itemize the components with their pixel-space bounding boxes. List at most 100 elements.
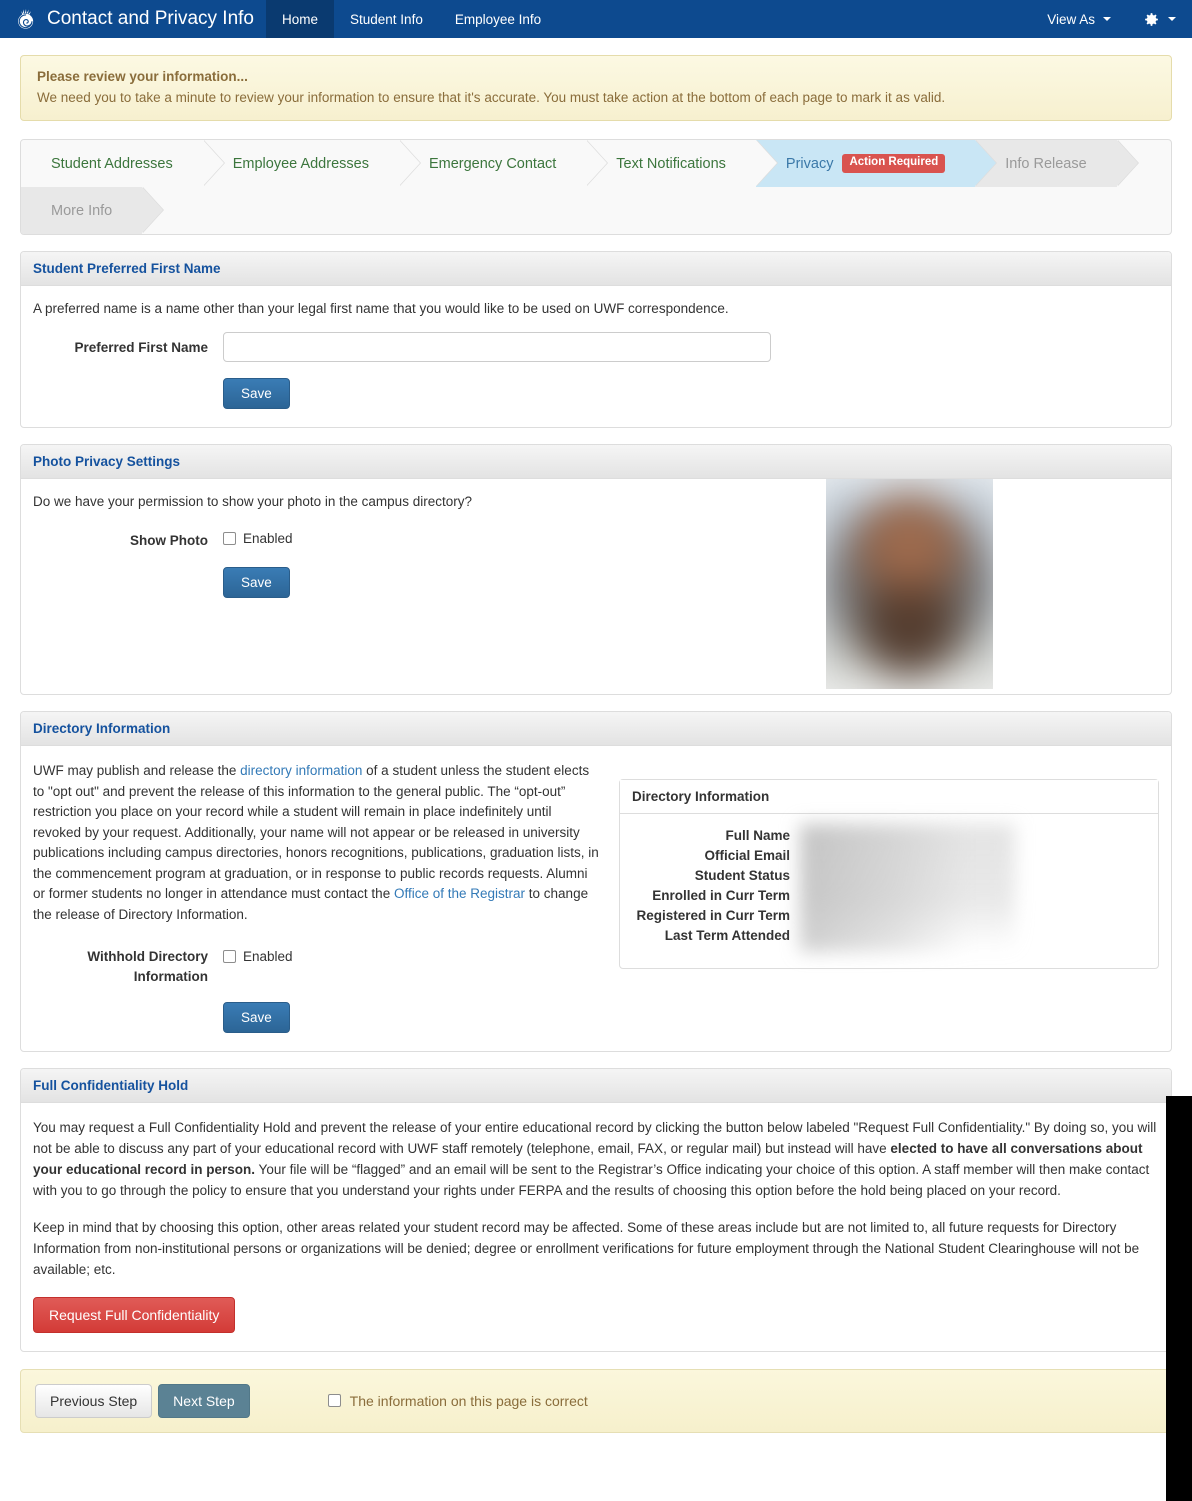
office-of-registrar-link[interactable]: Office of the Registrar [394, 886, 525, 901]
directory-key-last-term-attended: Last Term Attended [664, 928, 790, 943]
show-photo-checkbox-wrap[interactable]: Enabled [223, 525, 293, 546]
wizard-step-label: Employee Addresses [232, 155, 369, 172]
wizard-step-emergency-contact[interactable]: Emergency Contact [398, 140, 609, 187]
panel-title: Full Confidentiality Hold [33, 1078, 189, 1094]
panel-body: You may request a Full Confidentiality H… [21, 1103, 1171, 1350]
panel-title: Photo Privacy Settings [33, 454, 181, 469]
wizard-step-label: Info Release [1005, 155, 1087, 172]
directory-paragraph: UWF may publish and release the director… [33, 761, 599, 925]
top-navbar: Contact and Privacy Info Home Student In… [0, 0, 1192, 38]
panel-heading: Student Preferred First Name [21, 252, 1171, 286]
alert-title: Please review your information... [37, 69, 248, 84]
panel-student-preferred-first-name: Student Preferred First Name A preferred… [20, 251, 1172, 428]
panel-body: A preferred name is a name other than yo… [21, 286, 1171, 427]
show-photo-checkbox[interactable] [223, 532, 236, 545]
nav-right-group: View As [1031, 0, 1192, 38]
show-photo-checkbox-label: Enabled [243, 531, 293, 546]
wizard-step-student-addresses[interactable]: Student Addresses [21, 140, 225, 187]
wizard-step-label: Text Notifications [616, 155, 726, 172]
directory-key-student-status: Student Status [694, 868, 790, 883]
wizard-step-label: Student Addresses [51, 155, 173, 172]
view-as-label: View As [1047, 11, 1095, 27]
step-arrow-fill [142, 187, 164, 233]
directory-information-link[interactable]: directory information [240, 763, 362, 778]
nav-item-home[interactable]: Home [266, 0, 335, 38]
wizard-row-1: Student Addresses Employee Addresses Eme… [21, 140, 1171, 187]
panel-heading: Photo Privacy Settings [21, 445, 1171, 479]
review-alert: Please review your information... We nee… [20, 55, 1172, 121]
save-photo-privacy-button[interactable]: Save [223, 566, 290, 598]
wizard-row-2: More Info [21, 187, 1171, 234]
panel-heading: Directory Information [21, 712, 1171, 746]
withhold-directory-form-row: Withhold Directory Information Enabled [33, 943, 599, 986]
status-badge-action-required: Action Required [842, 154, 946, 173]
nautilus-shell-logo-icon [18, 8, 34, 29]
preferred-name-description: A preferred name is a name other than yo… [33, 301, 729, 316]
confidentiality-paragraph-1: You may request a Full Confidentiality H… [33, 1118, 1159, 1202]
directory-key-registered-in-curr-term: Registered in Curr Term [636, 908, 790, 923]
screen-edge-black-strip [1166, 1096, 1192, 1501]
gear-icon [1145, 12, 1158, 26]
directory-info-card: Directory Information Full Name Official… [619, 779, 1159, 969]
next-step-button[interactable]: Next Step [158, 1383, 250, 1418]
panel-title: Student Preferred First Name [33, 261, 221, 276]
show-photo-label: Show Photo [130, 533, 208, 548]
directory-key-enrolled-in-curr-term: Enrolled in Curr Term [652, 888, 790, 903]
settings-dropdown[interactable] [1127, 0, 1192, 38]
wizard-step-text-notifications[interactable]: Text Notifications [586, 140, 778, 187]
brand-title: Contact and Privacy Info [47, 8, 254, 29]
page-correct-checkbox[interactable] [327, 1394, 341, 1408]
brand[interactable]: Contact and Privacy Info [0, 0, 266, 38]
directory-columns: UWF may publish and release the director… [33, 761, 1159, 1034]
withhold-directory-checkbox-wrap[interactable]: Enabled [223, 943, 293, 964]
step-arrow-fill [398, 140, 420, 186]
preferred-name-form-row: Preferred First Name [33, 332, 1159, 362]
panel-body: UWF may publish and release the director… [21, 746, 1171, 1051]
save-preferred-name-button[interactable]: Save [223, 378, 290, 409]
panel-photo-privacy-settings: Photo Privacy Settings Do we have your p… [20, 444, 1172, 695]
previous-step-button[interactable]: Previous Step [35, 1383, 153, 1418]
student-photo-blurred-image [826, 479, 993, 689]
directory-key-official-email: Official Email [704, 848, 790, 863]
step-arrow-fill [202, 140, 224, 186]
directory-para-part1: UWF may publish and release the [33, 763, 241, 778]
page-correct-checkbox-wrap[interactable]: The information on this page is correct [327, 1392, 588, 1409]
nav-item-student-info[interactable]: Student Info [334, 0, 439, 38]
alert-text: We need you to take a minute to review y… [37, 90, 946, 105]
directory-para-part2: of a student unless the student elects t… [33, 763, 599, 902]
withhold-directory-checkbox[interactable] [223, 950, 236, 964]
chevron-down-icon [1103, 17, 1111, 21]
panel-full-confidentiality-hold: Full Confidentiality Hold You may reques… [20, 1068, 1172, 1352]
confidentiality-paragraph-2: Keep in mind that by choosing this optio… [33, 1219, 1140, 1277]
save-directory-button[interactable]: Save [223, 1002, 290, 1034]
directory-right-column: Directory Information Full Name Official… [619, 761, 1159, 1033]
panel-title: Directory Information [33, 721, 171, 736]
directory-left-column: UWF may publish and release the director… [33, 761, 599, 1034]
directory-card-body: Full Name Official Email Student Status [620, 814, 1158, 968]
nav-item-employee-info[interactable]: Employee Info [439, 0, 557, 38]
wizard-step-employee-addresses[interactable]: Employee Addresses [202, 140, 421, 187]
step-arrow-fill [755, 140, 777, 186]
step-arrow-fill [975, 140, 997, 186]
primary-nav: Home Student Info Employee Info [266, 0, 557, 38]
step-arrow-fill [1116, 140, 1138, 186]
view-as-dropdown[interactable]: View As [1031, 0, 1127, 38]
request-full-confidentiality-button[interactable]: Request Full Confidentiality [33, 1296, 236, 1333]
student-photo [826, 479, 993, 689]
withhold-directory-checkbox-label: Enabled [243, 949, 293, 965]
wizard-step-more-info[interactable]: More Info [21, 187, 165, 234]
step-arrow-fill [586, 140, 608, 186]
wizard-footer: Previous Step Next Step The information … [20, 1368, 1172, 1433]
panel-heading: Full Confidentiality Hold [21, 1069, 1171, 1104]
wizard-step-label: Privacy [785, 155, 834, 172]
page-correct-label: The information on this page is correct [349, 1392, 588, 1409]
withhold-directory-label: Withhold Directory Information [87, 949, 208, 984]
preferred-name-label: Preferred First Name [74, 340, 208, 355]
panel-directory-information: Directory Information UWF may publish an… [20, 711, 1172, 1053]
wizard-step-label: Emergency Contact [428, 155, 557, 172]
chevron-down-icon-settings [1168, 17, 1176, 21]
directory-values-blurred-mask [800, 824, 1015, 952]
wizard-step-privacy[interactable]: Privacy Action Required [755, 140, 998, 187]
preferred-first-name-input[interactable] [223, 332, 771, 362]
directory-key-full-name: Full Name [725, 828, 790, 843]
